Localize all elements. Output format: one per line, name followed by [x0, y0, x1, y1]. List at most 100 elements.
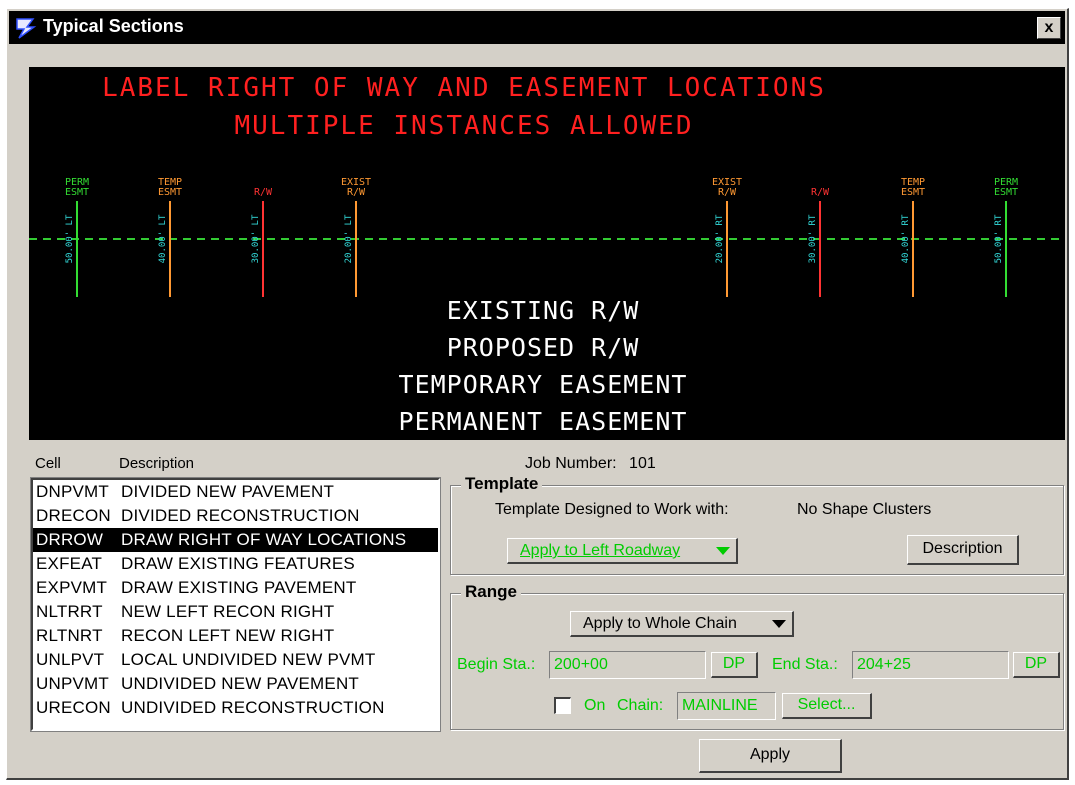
row-marker: R/W 30.00' RT	[808, 187, 830, 297]
column-header-cell: Cell	[35, 455, 61, 472]
app-logo-icon	[13, 15, 39, 41]
chevron-down-icon	[716, 547, 730, 555]
close-button[interactable]: x	[1037, 17, 1061, 39]
list-item-description: DIVIDED RECONSTRUCTION	[121, 506, 360, 525]
begin-dp-button[interactable]: DP	[711, 652, 758, 678]
list-item-description: RECON LEFT NEW RIGHT	[121, 626, 335, 645]
list-item-cell: EXPVMT	[36, 578, 108, 597]
list-item-cell: UNLPVT	[36, 650, 105, 669]
end-station-label: End Sta.:	[772, 656, 838, 673]
marker-label: ESMT	[901, 187, 925, 198]
list-item[interactable]: NLTRRT NEW LEFT RECON RIGHT	[33, 600, 438, 624]
row-marker: EXISTR/W20.00' RT	[712, 177, 742, 297]
marker-offset: 30.00' RT	[808, 214, 818, 263]
template-apply-select[interactable]: Apply to Left Roadway	[507, 538, 738, 564]
on-label: On	[584, 697, 606, 714]
preview-title-line2: MULTIPLE INSTANCES ALLOWED	[235, 111, 694, 141]
range-group: Range Apply to Whole Chain Begin Sta.: 2…	[450, 582, 1064, 730]
title-bar[interactable]: Typical Sections x	[9, 11, 1065, 44]
list-item[interactable]: DNPVMT DIVIDED NEW PAVEMENT	[33, 480, 438, 504]
list-item-description: NEW LEFT RECON RIGHT	[121, 602, 335, 621]
row-markers: PERMESMT50.00' LTTEMPESMT40.00' LTR/W30.…	[65, 177, 1018, 297]
marker-label: R/W	[718, 187, 737, 198]
row-marker: PERMESMT50.00' RT	[994, 177, 1018, 297]
marker-label: ESMT	[65, 187, 89, 198]
legend-permanent-easement: PERMANENT EASEMENT	[399, 407, 688, 436]
preview-drawing: LABEL RIGHT OF WAY AND EASEMENT LOCATION…	[29, 73, 1065, 436]
template-designed-value: No Shape Clusters	[797, 501, 932, 518]
list-item-description: DIVIDED NEW PAVEMENT	[121, 482, 335, 501]
legend-proposed-rw: PROPOSED R/W	[447, 333, 640, 362]
marker-offset: 50.00' RT	[994, 214, 1004, 263]
range-legend: Range	[461, 582, 521, 602]
list-item[interactable]: URECON UNDIVIDED RECONSTRUCTION	[33, 696, 438, 720]
marker-label: R/W	[811, 187, 830, 198]
template-designed-label: Template Designed to Work with:	[495, 501, 729, 518]
marker-label: ESMT	[158, 187, 182, 198]
end-dp-button[interactable]: DP	[1013, 652, 1060, 678]
marker-offset: 40.00' LT	[158, 214, 168, 263]
legend-existing-rw: EXISTING R/W	[447, 296, 640, 325]
list-item[interactable]: EXFEAT DRAW EXISTING FEATURES	[33, 552, 438, 576]
template-apply-select-value: Apply to Left Roadway	[520, 542, 681, 559]
apply-button[interactable]: Apply	[699, 739, 842, 773]
list-item-cell: URECON	[36, 698, 111, 717]
description-button[interactable]: Description	[907, 535, 1019, 565]
typical-sections-dialog: Typical Sections x LABEL RIGHT OF WAY AN…	[6, 8, 1069, 780]
chain-input[interactable]: MAINLINE	[677, 692, 776, 720]
marker-offset: 20.00' RT	[715, 214, 725, 263]
job-number: Job Number: 101	[525, 455, 656, 473]
row-marker: TEMPESMT40.00' RT	[901, 177, 925, 297]
job-number-value: 101	[629, 455, 656, 472]
list-item-description: DRAW EXISTING FEATURES	[121, 554, 355, 573]
marker-offset: 40.00' RT	[901, 214, 911, 263]
marker-offset: 30.00' LT	[251, 214, 261, 263]
list-item[interactable]: RLTNRT RECON LEFT NEW RIGHT	[33, 624, 438, 648]
range-apply-select[interactable]: Apply to Whole Chain	[570, 611, 794, 637]
list-item-cell: NLTRRT	[36, 602, 103, 621]
list-item-description: DRAW EXISTING PAVEMENT	[121, 578, 357, 597]
cell-list[interactable]: DNPVMT DIVIDED NEW PAVEMENT DRECON DIVIDED …	[30, 477, 441, 732]
column-header-description: Description	[119, 455, 195, 472]
chain-label: Chain:	[617, 697, 664, 714]
list-item-cell: UNPVMT	[36, 674, 109, 693]
begin-station-label: Begin Sta.:	[457, 656, 536, 673]
marker-label: R/W	[254, 187, 273, 198]
list-item[interactable]: DRECON DIVIDED RECONSTRUCTION	[33, 504, 438, 528]
list-item-cell: RLTNRT	[36, 626, 103, 645]
list-item-description: UNDIVIDED RECONSTRUCTION	[121, 698, 385, 717]
list-item-cell: DNPVMT	[36, 482, 109, 501]
row-marker: EXISTR/W20.00' LT	[341, 177, 371, 297]
list-item-cell: DRROW	[36, 530, 104, 549]
marker-label: ESMT	[994, 187, 1018, 198]
marker-label: R/W	[347, 187, 366, 198]
list-item[interactable]: UNPVMT UNDIVIDED NEW PAVEMENT	[33, 672, 438, 696]
preview-title-line1: LABEL RIGHT OF WAY AND EASEMENT LOCATION…	[102, 73, 826, 103]
on-chain-checkbox[interactable]	[554, 697, 571, 714]
marker-offset: 50.00' LT	[65, 214, 75, 263]
row-marker: R/W 30.00' LT	[251, 187, 273, 297]
begin-station-input[interactable]: 200+00	[549, 651, 706, 679]
legend-temporary-easement: TEMPORARY EASEMENT	[399, 370, 688, 399]
job-number-label: Job Number:	[525, 455, 617, 472]
row-marker: TEMPESMT40.00' LT	[158, 177, 182, 297]
list-item-description: UNDIVIDED NEW PAVEMENT	[121, 674, 360, 693]
list-item[interactable]: UNLPVT LOCAL UNDIVIDED NEW PVMT	[33, 648, 438, 672]
chevron-down-icon	[772, 620, 786, 628]
window-title: Typical Sections	[43, 16, 184, 36]
marker-offset: 20.00' LT	[344, 214, 354, 263]
template-group: Template Template Designed to Work with:…	[450, 474, 1064, 575]
end-station-input[interactable]: 204+25	[852, 651, 1009, 679]
select-chain-button[interactable]: Select...	[782, 693, 872, 719]
cell-preview: LABEL RIGHT OF WAY AND EASEMENT LOCATION…	[29, 67, 1065, 440]
list-item[interactable]: EXPVMT DRAW EXISTING PAVEMENT	[33, 576, 438, 600]
list-item-description: DRAW RIGHT OF WAY LOCATIONS	[121, 530, 407, 549]
close-icon: x	[1044, 19, 1054, 36]
list-item[interactable]: DRROW DRAW RIGHT OF WAY LOCATIONS	[33, 528, 438, 552]
template-legend: Template	[461, 474, 543, 494]
range-apply-select-value: Apply to Whole Chain	[583, 615, 737, 632]
list-item-cell: EXFEAT	[36, 554, 103, 573]
row-marker: PERMESMT50.00' LT	[65, 177, 89, 297]
list-item-description: LOCAL UNDIVIDED NEW PVMT	[121, 650, 376, 669]
list-item-cell: DRECON	[36, 506, 111, 525]
